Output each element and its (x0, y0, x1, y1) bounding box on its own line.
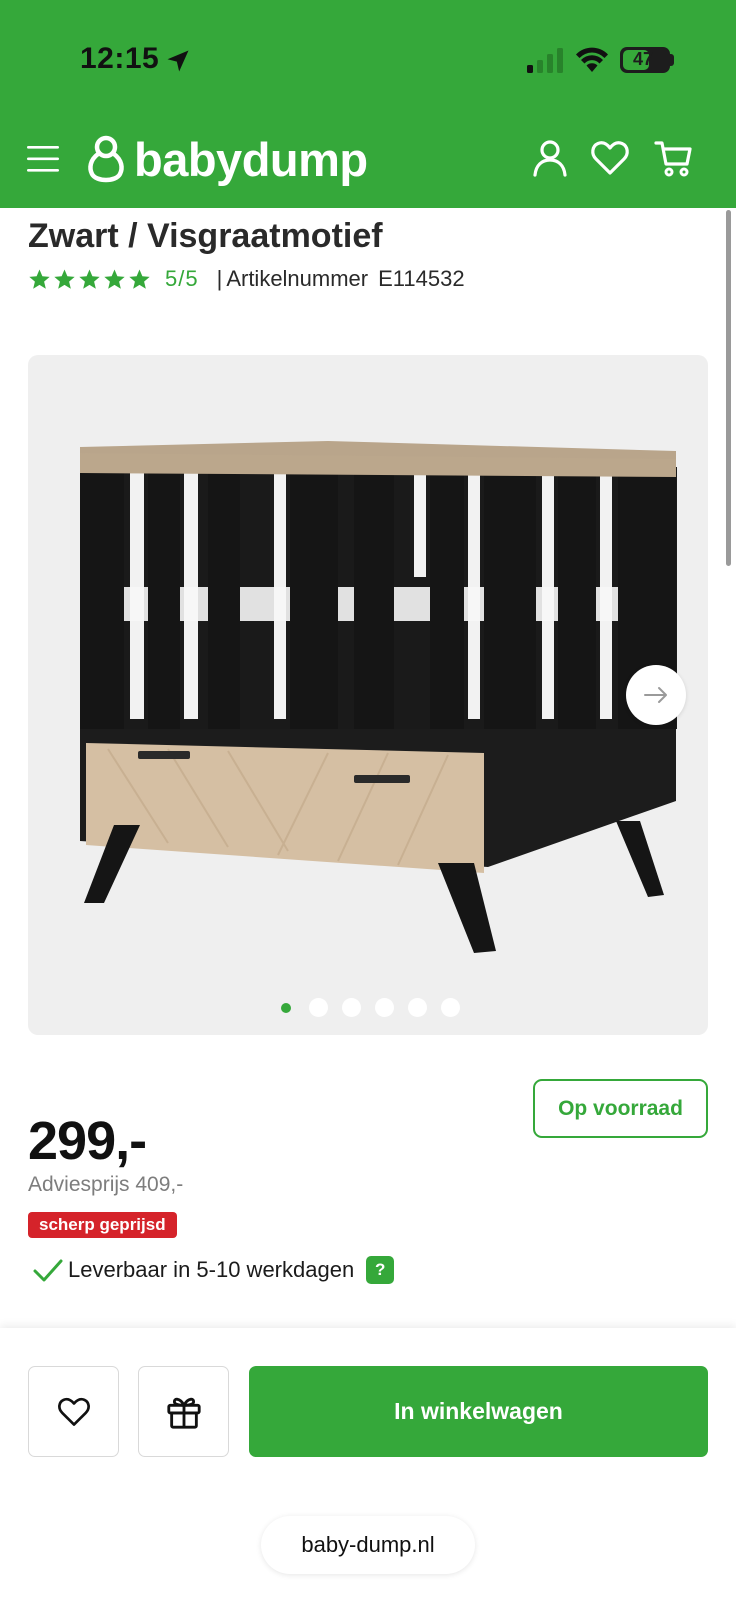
hamburger-menu-icon[interactable] (27, 144, 59, 174)
gallery-dot[interactable] (441, 998, 460, 1017)
shopping-cart-icon[interactable] (654, 138, 694, 178)
wishlist-heart-icon[interactable] (590, 138, 630, 178)
star-icon (29, 268, 50, 289)
star-icon (129, 268, 150, 289)
cellular-signal-icon (527, 48, 563, 73)
rating-separator: | (216, 266, 223, 291)
gift-icon (166, 1397, 201, 1429)
gallery-pagination (28, 998, 708, 1017)
product-image-crib (80, 441, 677, 953)
article-number: E114532 (378, 266, 465, 291)
bottom-action-bar: In winkelwagen baby-dump.nl (0, 1328, 736, 1600)
gallery-dot[interactable] (276, 998, 295, 1017)
product-title: Zwart / Visgraatmotief (28, 217, 383, 255)
location-arrow-icon (167, 50, 189, 72)
gallery-dot[interactable] (408, 998, 427, 1017)
status-bar: 12:15 47 (0, 0, 736, 120)
product-price: 299,- (28, 1111, 147, 1171)
advice-price: Adviesprijs 409,- (28, 1173, 184, 1196)
gallery-dot[interactable] (309, 998, 328, 1017)
stock-status-badge: Op voorraad (533, 1079, 708, 1138)
wifi-icon (576, 47, 608, 72)
delivery-help-button[interactable]: ? (366, 1256, 395, 1284)
battery-icon: 47 (620, 47, 670, 73)
site-nav: babydump (0, 120, 736, 208)
page-scrollbar[interactable] (726, 210, 731, 566)
delivery-text: Leverbaar in 5-10 werkdagen (68, 1257, 355, 1282)
status-time: 12:15 (80, 42, 160, 75)
rating-row: 5/5 | Artikelnummer E114532 (28, 264, 465, 294)
add-to-cart-button[interactable]: In winkelwagen (249, 1366, 708, 1457)
battery-nub (670, 54, 674, 66)
app-header: 12:15 47 babydump (0, 0, 736, 208)
heart-icon (57, 1397, 90, 1426)
delivery-info: Leverbaar in 5-10 werkdagen ? (32, 1253, 395, 1287)
arrow-right-icon (644, 687, 667, 703)
account-icon[interactable] (530, 138, 570, 178)
star-icon (79, 268, 100, 289)
check-icon (33, 1259, 63, 1282)
gallery-next-button[interactable] (626, 665, 686, 725)
babydump-logo-icon[interactable] (86, 134, 126, 186)
star-icon (104, 268, 125, 289)
battery-level: 47 (632, 49, 654, 69)
browser-url-bar[interactable]: baby-dump.nl (261, 1516, 475, 1574)
rating-score[interactable]: 5/5 (165, 266, 199, 292)
star-icon (54, 268, 75, 289)
gallery-dot[interactable] (342, 998, 361, 1017)
gallery-dot[interactable] (375, 998, 394, 1017)
deal-badge: scherp geprijsd (28, 1212, 177, 1238)
rating-stars (28, 268, 151, 291)
article-number-label: Artikelnummer (226, 266, 369, 291)
add-to-wishlist-button[interactable] (28, 1366, 119, 1457)
logo-text[interactable]: babydump (134, 134, 368, 186)
add-to-gift-list-button[interactable] (138, 1366, 229, 1457)
product-image-gallery[interactable] (28, 355, 708, 1035)
